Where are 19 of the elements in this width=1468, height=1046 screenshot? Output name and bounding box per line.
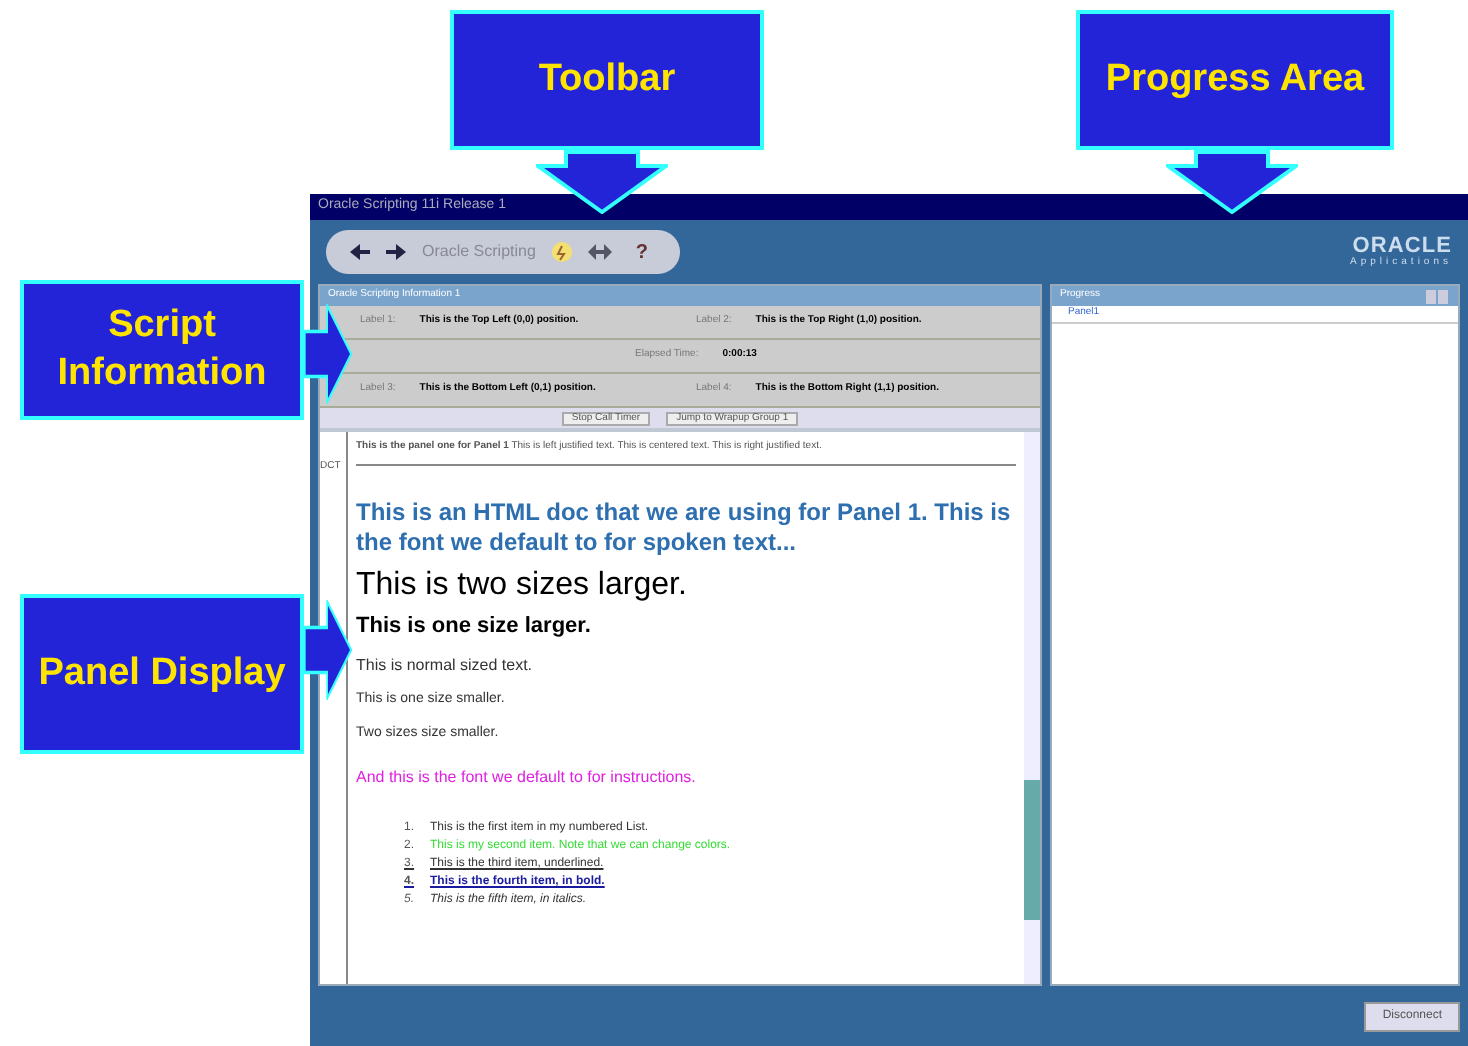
move-icon[interactable] <box>587 242 612 262</box>
panel-text: This is one size larger. <box>356 613 593 641</box>
arrow-icon <box>1166 150 1298 214</box>
panel-text: This is two sizes larger. <box>356 565 689 605</box>
flash-icon[interactable] <box>551 242 572 262</box>
callout-label: Script Information <box>20 280 304 420</box>
arrow-icon <box>304 600 352 700</box>
forward-arrow-icon[interactable] <box>386 244 406 260</box>
back-arrow-icon[interactable] <box>350 244 370 260</box>
panel-text: This is normal sized text. <box>356 656 535 677</box>
arrow-icon <box>536 150 668 214</box>
toolbar-title: Oracle Scripting <box>422 240 536 264</box>
panel-text: This is an HTML doc that we are using for Panel 1. This is the font we default to for spoken text... <box>356 497 1013 557</box>
callout-label: Panel Display <box>20 594 304 754</box>
arrow-icon <box>304 304 352 404</box>
callout-label: Toolbar <box>450 10 764 150</box>
panel-text: And this is the font we default to for instructions. <box>356 767 698 788</box>
help-button[interactable]: ? <box>627 237 657 267</box>
callout-label: Progress Area <box>1076 10 1394 150</box>
